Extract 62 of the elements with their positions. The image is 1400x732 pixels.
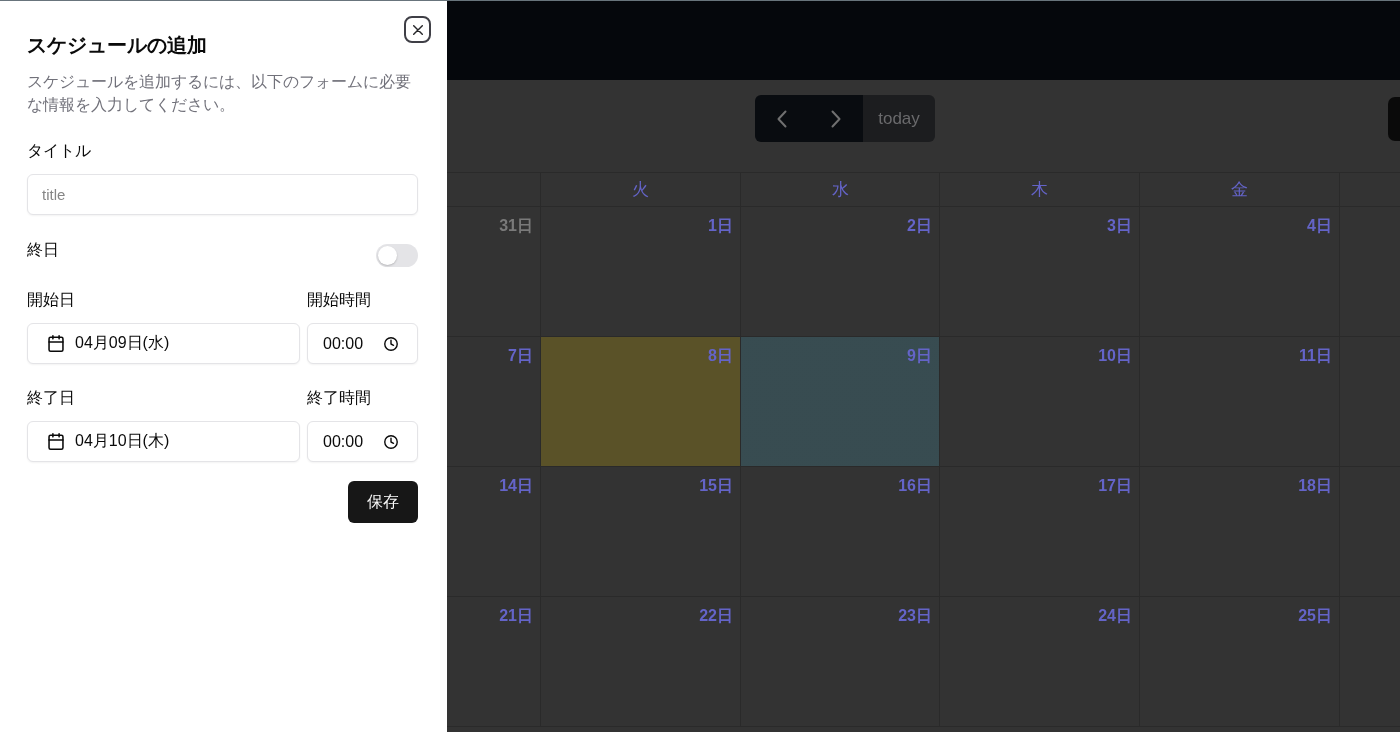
day-number: 25日 — [1298, 606, 1332, 626]
day-cell[interactable]: 10日 — [939, 337, 1139, 467]
day-cell[interactable]: 25日 — [1139, 597, 1339, 727]
day-cell[interactable]: 3日 — [939, 207, 1139, 337]
close-button[interactable] — [404, 16, 431, 43]
dialog-title: スケジュールの追加 — [27, 33, 207, 57]
day-cell[interactable]: 17日 — [939, 467, 1139, 597]
day-number: 22日 — [699, 606, 733, 626]
day-cell[interactable]: 4日 — [1139, 207, 1339, 337]
day-number: 24日 — [1098, 606, 1132, 626]
day-cell[interactable]: 9日 — [740, 337, 939, 467]
day-number: 4日 — [1307, 216, 1332, 236]
date-picker-button[interactable]: 04月09日(水) — [27, 323, 300, 364]
field-label: 終了日 — [27, 388, 76, 408]
next-button[interactable] — [809, 95, 863, 142]
day-cell[interactable]: 18日 — [1139, 467, 1339, 597]
day-cell[interactable]: 11日 — [1139, 337, 1339, 467]
day-cell[interactable]: 2日 — [740, 207, 939, 337]
chevron-left-icon — [777, 109, 787, 128]
day-cell[interactable]: 15日 — [540, 467, 740, 597]
date-picker-button[interactable]: 04月10日(木) — [27, 421, 300, 462]
day-number: 9日 — [907, 346, 932, 366]
day-number: 10日 — [1098, 346, 1132, 366]
day-number: 15日 — [699, 476, 733, 496]
all-day-switch[interactable] — [376, 244, 418, 267]
chevron-right-icon — [831, 109, 841, 128]
day-number: 17日 — [1098, 476, 1132, 496]
day-cell[interactable]: 16日 — [740, 467, 939, 597]
day-number: 1日 — [708, 216, 733, 236]
day-number: 7日 — [508, 346, 533, 366]
day-number: 2日 — [907, 216, 932, 236]
day-number: 8日 — [708, 346, 733, 366]
calendar-icon — [48, 335, 64, 352]
day-number: 16日 — [898, 476, 932, 496]
day-number: 14日 — [499, 476, 533, 496]
toolbar-button[interactable] — [1388, 97, 1400, 141]
day-cell[interactable]: 23日 — [740, 597, 939, 727]
title-input[interactable]: title — [27, 174, 418, 215]
day-number: 3日 — [1107, 216, 1132, 236]
day-number: 23日 — [898, 606, 932, 626]
field-label: 終了時間 — [307, 388, 372, 408]
time-input[interactable]: 00:00 — [307, 421, 418, 462]
day-cell[interactable]: 1日 — [540, 207, 740, 337]
clock-icon — [384, 336, 398, 351]
previous-button[interactable] — [755, 95, 809, 142]
day-number: 18日 — [1298, 476, 1332, 496]
clock-icon — [384, 434, 398, 449]
field-label: 開始時間 — [307, 290, 372, 310]
field-label: 終日 — [27, 240, 59, 260]
time-input[interactable]: 00:00 — [307, 323, 418, 364]
day-cell[interactable]: 22日 — [540, 597, 740, 727]
calendar-icon — [48, 433, 64, 450]
dialog-description: スケジュールを追加するには、以下のフォームに必要な情報を入力してください。 — [27, 72, 412, 115]
day-number: 11日 — [1299, 346, 1332, 366]
day-number: 31日 — [499, 216, 533, 236]
field-label: タイトル — [27, 141, 91, 161]
save-button[interactable]: 保存 — [348, 481, 418, 523]
day-number: 21日 — [499, 606, 533, 626]
field-label: 開始日 — [27, 290, 76, 310]
day-cell[interactable]: 24日 — [939, 597, 1139, 727]
day-cell[interactable]: 8日 — [540, 337, 740, 467]
close-icon — [412, 24, 423, 35]
